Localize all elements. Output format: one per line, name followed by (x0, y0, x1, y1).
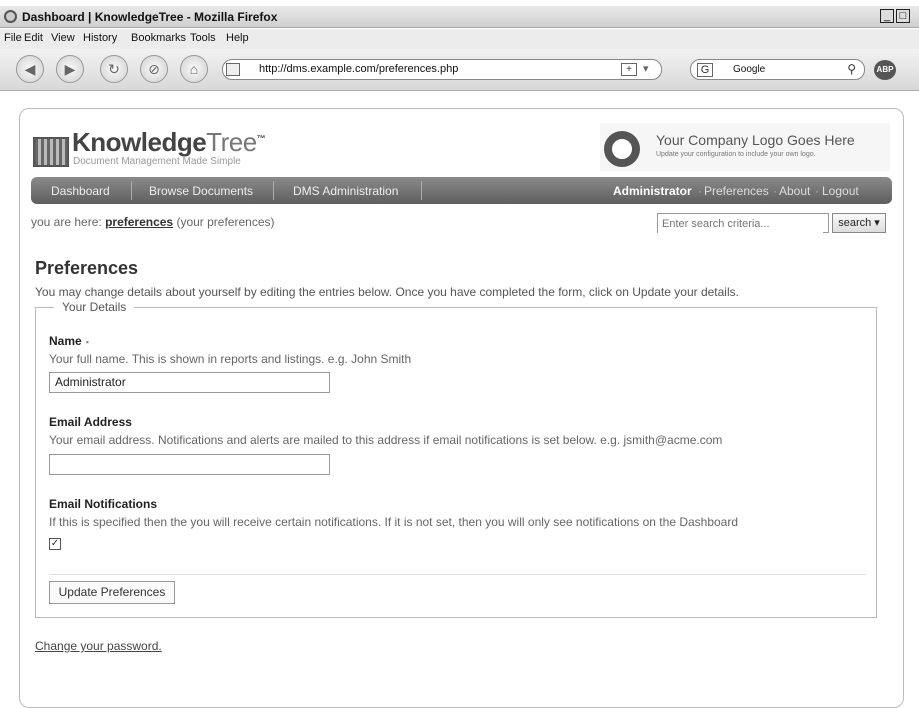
search-field[interactable] (657, 213, 829, 233)
nav-username: Administrator (613, 184, 692, 198)
google-icon[interactable]: G (697, 63, 713, 77)
company-logo-title: Your Company Logo Goes Here (656, 132, 855, 148)
menu-tools[interactable]: Tools (190, 32, 216, 44)
name-label: Name ▪ (49, 334, 89, 348)
menu-bookmarks[interactable]: Bookmarks (131, 32, 186, 44)
site-favicon-icon (226, 63, 240, 76)
firefox-icon (4, 10, 17, 23)
email-field[interactable] (49, 454, 330, 475)
navigation-toolbar: ◀ ▶ ↻ ⊘ ⌂ http://dms.example.com/prefere… (0, 49, 919, 91)
nav-dot: · (815, 184, 819, 198)
name-label-text: Name (49, 334, 82, 348)
address-bar[interactable]: http://dms.example.com/preferences.php +… (222, 59, 662, 80)
details-fieldset: Your Details Name ▪ Your full name. This … (35, 300, 877, 618)
nav-separator (421, 181, 422, 200)
content-card: KnowledgeTree™ Document Management Made … (19, 108, 904, 708)
nav-preferences[interactable]: Preferences (704, 184, 769, 198)
logo-light: Tree (206, 127, 257, 157)
nav-browse-documents[interactable]: Browse Documents (149, 184, 253, 198)
notifications-description: If this is specified then the you will r… (49, 515, 739, 529)
company-logo-subtitle: Update your configuration to include you… (656, 151, 816, 158)
menu-edit[interactable]: Edit (24, 32, 43, 44)
form-divider (49, 574, 866, 575)
reload-icon[interactable]: ↻ (100, 55, 128, 83)
email-label: Email Address (49, 415, 132, 429)
nav-about[interactable]: About (779, 184, 810, 198)
breadcrumb-current[interactable]: preferences (105, 215, 173, 229)
name-field[interactable]: Administrator (49, 372, 330, 393)
breadcrumb-suffix: (your preferences) (176, 215, 275, 229)
stop-icon[interactable]: ⊘ (140, 55, 168, 83)
required-icon: ▪ (85, 337, 89, 347)
feed-icon[interactable]: + (621, 63, 637, 76)
url-text[interactable]: http://dms.example.com/preferences.php (259, 63, 458, 75)
breadcrumb-prefix: you are here: (31, 215, 102, 229)
notifications-checkbox[interactable]: ✓ (49, 538, 61, 550)
browser-search-box[interactable]: G Google ⚲ (690, 59, 865, 80)
maximize-button[interactable]: □ (896, 9, 910, 23)
breadcrumb: you are here: preferences (your preferen… (31, 215, 275, 229)
menu-bar: File Edit View History Bookmarks Tools H… (0, 29, 919, 49)
forward-icon[interactable]: ▶ (56, 55, 84, 83)
minimize-button[interactable]: _ (880, 9, 894, 23)
window-title: Dashboard | KnowledgeTree - Mozilla Fire… (22, 10, 278, 24)
page-intro: You may change details about yourself by… (35, 285, 739, 299)
search-engine-label: Google (733, 64, 766, 75)
logo-tagline: Document Management Made Simple (73, 156, 241, 167)
company-logo-icon (604, 131, 640, 167)
search-input[interactable] (658, 215, 823, 233)
search-button[interactable]: search ▾ (832, 213, 886, 233)
update-preferences-button[interactable]: Update Preferences (49, 581, 175, 604)
menu-help[interactable]: Help (226, 32, 249, 44)
nav-dashboard[interactable]: Dashboard (51, 184, 110, 198)
adblock-icon[interactable]: ABP (874, 60, 896, 80)
fieldset-legend: Your Details (54, 300, 135, 314)
logo-bold: Knowledge (72, 127, 207, 157)
nav-logout[interactable]: Logout (822, 184, 859, 198)
logo-tm: ™ (256, 133, 266, 144)
email-description: Your email address. Notifications and al… (49, 433, 723, 447)
magnifier-icon[interactable]: ⚲ (847, 62, 856, 76)
nav-separator (131, 181, 132, 200)
menu-file[interactable]: File (4, 32, 22, 44)
nav-dot: · (773, 184, 777, 198)
knowledgetree-logo[interactable]: KnowledgeTree™ (72, 127, 266, 158)
nav-dot: · (698, 184, 702, 198)
change-password-link[interactable]: Change your password. (35, 639, 162, 653)
dropdown-arrow-icon[interactable]: ▾ (643, 62, 649, 75)
knowledgetree-logo-icon (33, 137, 69, 167)
nav-separator (273, 181, 274, 200)
name-description: Your full name. This is shown in reports… (49, 352, 412, 366)
page-title: Preferences (35, 258, 139, 278)
home-icon[interactable]: ⌂ (180, 55, 208, 83)
back-icon[interactable]: ◀ (16, 55, 44, 83)
page: KnowledgeTree™ Document Management Made … (4, 91, 919, 708)
notifications-label: Email Notifications (49, 497, 158, 511)
main-navbar: Dashboard Browse Documents DMS Administr… (31, 177, 892, 204)
menu-history[interactable]: History (83, 32, 117, 44)
menu-view[interactable]: View (51, 32, 75, 44)
company-logo-box: Your Company Logo Goes Here Update your … (600, 123, 890, 171)
window-titlebar: Dashboard | KnowledgeTree - Mozilla Fire… (0, 6, 919, 28)
nav-dms-administration[interactable]: DMS Administration (293, 184, 398, 198)
